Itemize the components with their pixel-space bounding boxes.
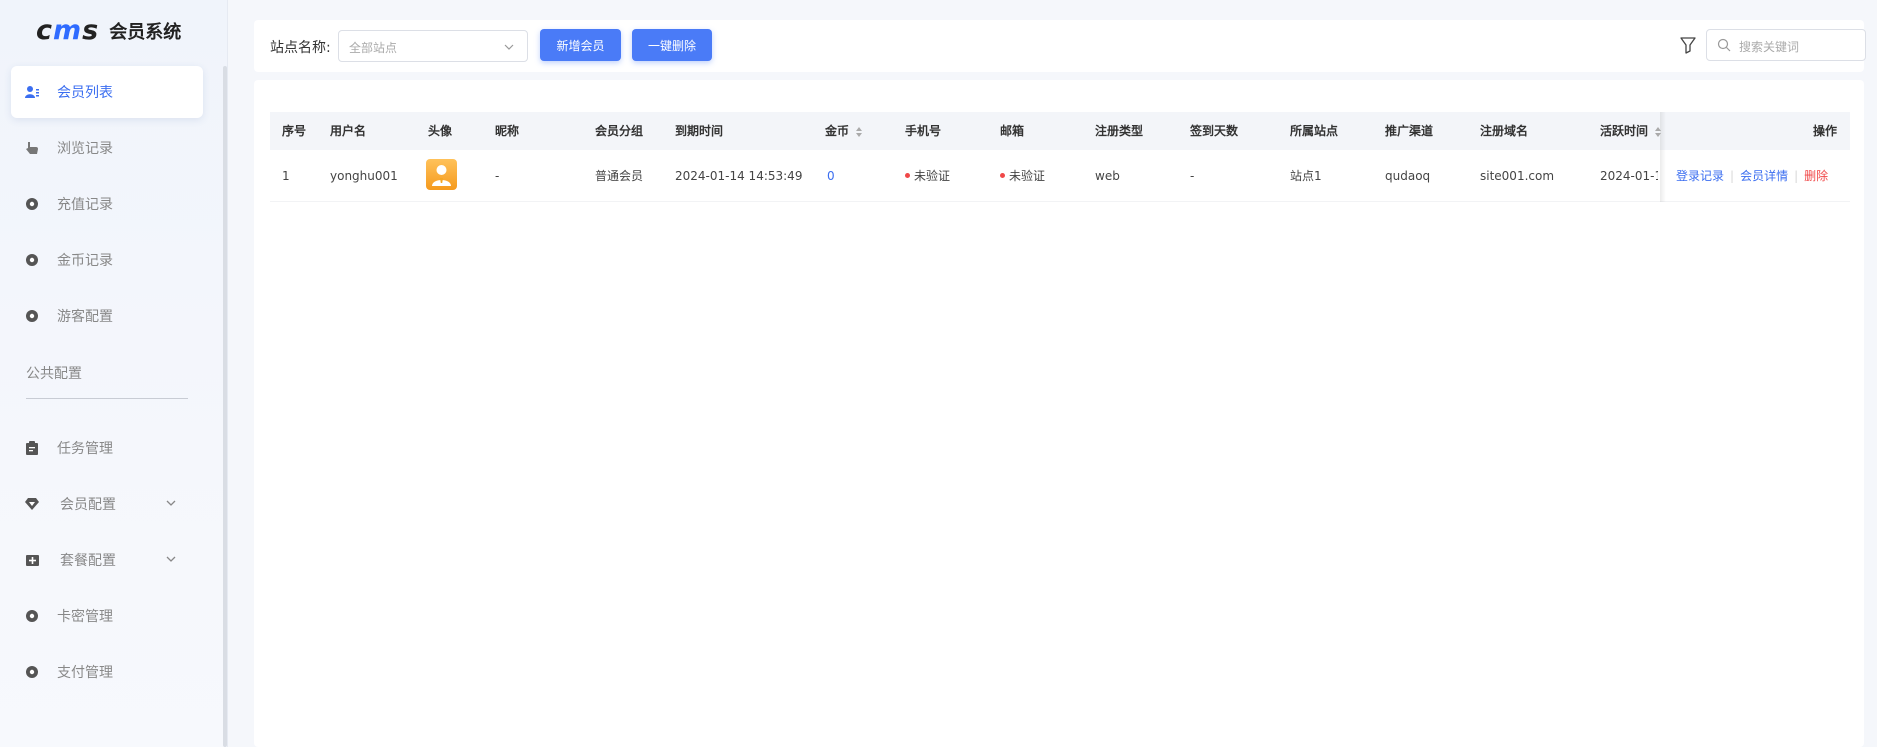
cell-phone-status: 未验证 bbox=[914, 169, 951, 183]
bulk-delete-button[interactable]: 一键删除 bbox=[632, 29, 712, 61]
delete-link[interactable]: 删除 bbox=[1804, 169, 1828, 183]
sidebar-item-label: 游客配置 bbox=[57, 309, 113, 325]
sidebar: cms 会员系统 会员列表 浏览记录 充值记录 金币记录 游客配置 公共配置 任… bbox=[0, 0, 228, 747]
col-header-active-time-label: 活跃时间 bbox=[1600, 124, 1649, 138]
col-header-actions: 操作 bbox=[1813, 124, 1838, 138]
sidebar-item-label: 套餐配置 bbox=[60, 553, 116, 569]
circle-dot-icon bbox=[25, 609, 39, 623]
sidebar-item-label: 支付管理 bbox=[57, 665, 113, 681]
cell-phone: 未验证 bbox=[905, 150, 950, 202]
brand-name: 会员系统 bbox=[109, 22, 182, 43]
status-dot bbox=[1000, 173, 1005, 178]
sidebar-section-title: 公共配置 bbox=[26, 366, 82, 382]
col-header-nickname: 昵称 bbox=[495, 124, 520, 138]
circle-dot-icon bbox=[25, 309, 39, 323]
sidebar-item-member-config[interactable]: 会员配置 bbox=[11, 478, 203, 530]
diamond-icon bbox=[25, 497, 39, 511]
sidebar-item-guest-config[interactable]: 游客配置 bbox=[11, 290, 203, 342]
main-panel: 序号 用户名 头像 昵称 会员分组 到期时间 金币 手机号 邮箱 注册类型 签到… bbox=[254, 80, 1864, 747]
site-label: 站点名称: bbox=[270, 40, 331, 56]
col-header-channel: 推广渠道 bbox=[1385, 124, 1434, 138]
sidebar-item-label: 会员配置 bbox=[60, 497, 116, 513]
search-placeholder: 搜索关键词 bbox=[1739, 40, 1800, 54]
member-table: 序号 用户名 头像 昵称 会员分组 到期时间 金币 手机号 邮箱 注册类型 签到… bbox=[270, 112, 1850, 202]
col-header-reg-type: 注册类型 bbox=[1095, 124, 1144, 138]
sort-icon bbox=[856, 126, 863, 137]
table-header: 序号 用户名 头像 昵称 会员分组 到期时间 金币 手机号 邮箱 注册类型 签到… bbox=[270, 112, 1850, 150]
filter-icon[interactable] bbox=[1680, 36, 1696, 54]
clipboard-icon bbox=[25, 441, 39, 455]
col-header-domain: 注册域名 bbox=[1480, 124, 1529, 138]
site-select-placeholder: 全部站点 bbox=[349, 41, 398, 55]
sidebar-item-card-key[interactable]: 卡密管理 bbox=[11, 590, 203, 642]
plus-box-icon bbox=[25, 553, 39, 567]
circle-dot-icon bbox=[25, 197, 39, 211]
chevron-down-icon[interactable] bbox=[165, 497, 177, 509]
status-dot bbox=[905, 173, 910, 178]
table-row: 1 yonghu001 - 普通会员 2024-01-14 14:53:49 0… bbox=[270, 150, 1850, 202]
cell-actions: 登录记录 | 会员详情 | 删除 bbox=[1676, 150, 1828, 202]
cell-email: 未验证 bbox=[1000, 150, 1045, 202]
col-header-site: 所属站点 bbox=[1290, 124, 1339, 138]
chevron-down-icon[interactable] bbox=[165, 553, 177, 565]
sidebar-item-label: 充值记录 bbox=[57, 197, 113, 213]
pointer-icon bbox=[25, 141, 39, 155]
cell-coins[interactable]: 0 bbox=[827, 150, 835, 202]
user-list-icon bbox=[25, 85, 39, 99]
sidebar-item-label: 卡密管理 bbox=[57, 609, 113, 625]
sidebar-item-label: 金币记录 bbox=[57, 253, 113, 269]
sidebar-item-member-list[interactable]: 会员列表 bbox=[11, 66, 203, 118]
search-input[interactable]: 搜索关键词 bbox=[1706, 29, 1866, 61]
fixed-column-shadow bbox=[1660, 112, 1666, 202]
brand-logo: cms bbox=[36, 15, 100, 46]
cell-username: yonghu001 bbox=[330, 169, 398, 183]
sidebar-item-payment[interactable]: 支付管理 bbox=[11, 646, 203, 698]
circle-dot-icon bbox=[25, 665, 39, 679]
cell-checkin: - bbox=[1190, 169, 1195, 183]
col-header-index: 序号 bbox=[282, 124, 307, 138]
cell-channel: qudaoq bbox=[1385, 169, 1431, 183]
circle-dot-icon bbox=[25, 253, 39, 267]
sidebar-item-browse-log[interactable]: 浏览记录 bbox=[11, 122, 203, 174]
cell-domain: site001.com bbox=[1480, 169, 1555, 183]
separator: | bbox=[1794, 169, 1799, 183]
col-header-group: 会员分组 bbox=[595, 124, 644, 138]
search-icon bbox=[1717, 38, 1731, 52]
site-select[interactable]: 全部站点 bbox=[338, 30, 528, 62]
sidebar-item-label: 浏览记录 bbox=[57, 141, 113, 157]
cell-nickname: - bbox=[495, 169, 500, 183]
chevron-down-icon bbox=[503, 41, 515, 53]
separator: | bbox=[1730, 169, 1735, 183]
col-header-phone: 手机号 bbox=[905, 124, 942, 138]
sidebar-divider bbox=[26, 398, 188, 399]
col-header-expire: 到期时间 bbox=[675, 124, 724, 138]
cell-reg-type: web bbox=[1095, 169, 1120, 183]
col-header-avatar: 头像 bbox=[428, 124, 453, 138]
cell-email-status: 未验证 bbox=[1009, 169, 1046, 183]
sidebar-scrollbar[interactable] bbox=[223, 66, 227, 747]
toolbar: 站点名称: 全部站点 新增会员 一键删除 搜索关键词 bbox=[254, 20, 1866, 72]
sidebar-item-label: 会员列表 bbox=[57, 85, 113, 101]
sidebar-item-task-manage[interactable]: 任务管理 bbox=[11, 422, 203, 474]
cell-group: 普通会员 bbox=[595, 169, 644, 183]
col-header-checkin: 签到天数 bbox=[1190, 124, 1239, 138]
col-header-username: 用户名 bbox=[330, 124, 367, 138]
col-header-coins[interactable]: 金币 bbox=[825, 112, 863, 150]
cell-expire: 2024-01-14 14:53:49 bbox=[675, 169, 803, 183]
sidebar-item-package-config[interactable]: 套餐配置 bbox=[11, 534, 203, 586]
col-header-coins-label: 金币 bbox=[825, 124, 850, 138]
login-log-link[interactable]: 登录记录 bbox=[1676, 169, 1724, 183]
col-header-active-time[interactable]: 活跃时间 bbox=[1600, 112, 1662, 150]
member-detail-link[interactable]: 会员详情 bbox=[1740, 169, 1788, 183]
cell-index: 1 bbox=[282, 169, 290, 183]
cell-site: 站点1 bbox=[1290, 169, 1322, 183]
sidebar-item-recharge-log[interactable]: 充值记录 bbox=[11, 178, 203, 230]
col-header-email: 邮箱 bbox=[1000, 124, 1025, 138]
avatar bbox=[426, 159, 457, 190]
add-member-button[interactable]: 新增会员 bbox=[540, 29, 621, 61]
sidebar-item-label: 任务管理 bbox=[57, 441, 113, 457]
sidebar-item-coin-log[interactable]: 金币记录 bbox=[11, 234, 203, 286]
cell-active-time: 2024-01-13 bbox=[1600, 169, 1658, 183]
brand: cms 会员系统 bbox=[36, 16, 181, 46]
